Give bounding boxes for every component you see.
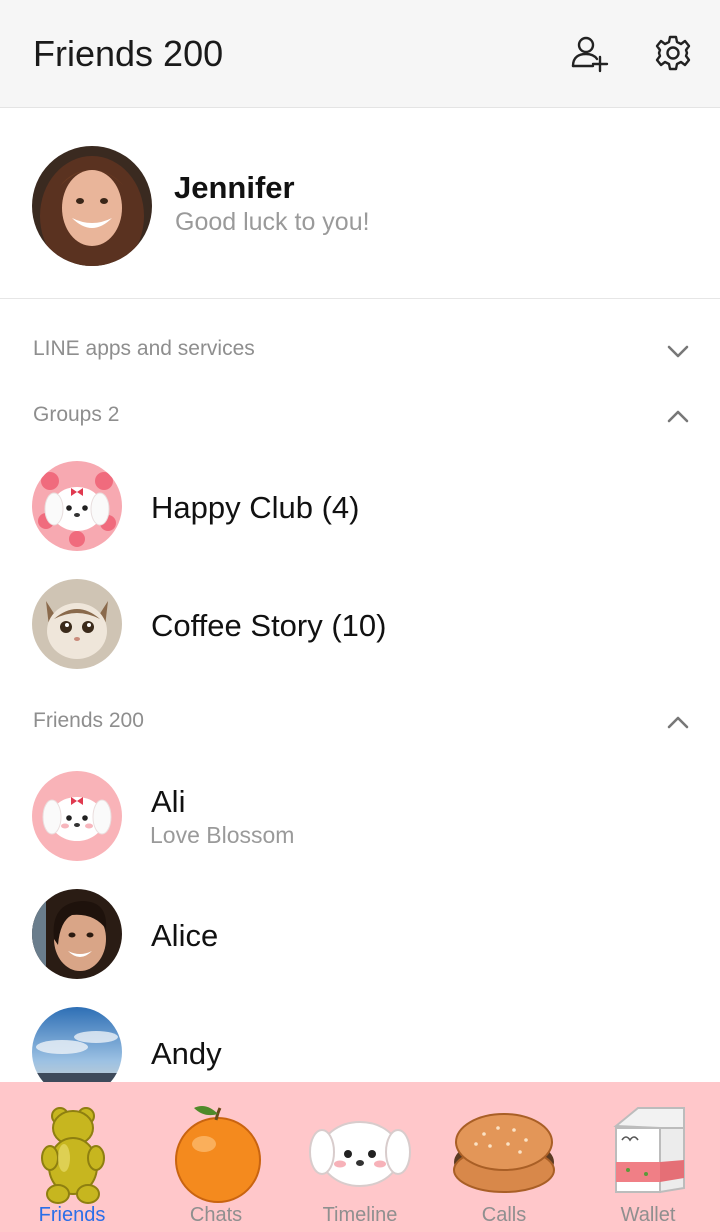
section-line-apps[interactable]: LINE apps and services (0, 321, 720, 381)
avatar (32, 579, 122, 669)
list-item[interactable]: Coffee Story (10) (0, 579, 720, 689)
avatar[interactable] (32, 146, 152, 266)
section-groups[interactable]: Groups 2 (0, 387, 720, 447)
milk-carton-icon (613, 1107, 685, 1194)
group-name: Coffee Story (10) (151, 608, 387, 643)
tab-calls[interactable]: Calls (432, 1082, 576, 1232)
puppy-icon (309, 1121, 411, 1187)
bottom-tab-bar: Friends Chats Timeline Calls Wallet (0, 1082, 720, 1232)
chevron-up-icon (667, 410, 689, 423)
section-label: LINE apps and services (33, 337, 255, 360)
avatar (32, 461, 122, 551)
avatar (32, 889, 122, 979)
gear-icon (655, 35, 691, 71)
profile-name: Jennifer (174, 170, 295, 205)
chevron-up-icon (667, 716, 689, 729)
section-label: Friends 200 (33, 709, 144, 732)
page-title: Friends 200 (33, 33, 224, 74)
add-friend-button[interactable] (566, 30, 612, 76)
avatar (32, 771, 122, 861)
list-item[interactable]: Ali Love Blossom (0, 771, 720, 881)
orange-icon (175, 1106, 261, 1203)
cookie-sandwich-icon (453, 1113, 555, 1193)
list-item[interactable]: Happy Club (4) (0, 461, 720, 571)
tab-label: Timeline (322, 1204, 398, 1226)
tab-label: Calls (481, 1204, 527, 1226)
section-label: Groups 2 (33, 403, 120, 426)
profile-status-message: Good luck to you! (175, 208, 370, 236)
tab-wallet[interactable]: Wallet (576, 1082, 720, 1232)
add-friend-icon (571, 36, 609, 73)
friend-status-message: Love Blossom (150, 822, 295, 848)
group-name: Happy Club (4) (151, 490, 360, 525)
tab-label: Wallet (620, 1204, 676, 1226)
section-friends[interactable]: Friends 200 (0, 693, 720, 753)
my-profile[interactable]: Jennifer Good luck to you! (0, 108, 720, 299)
tab-label: Chats (189, 1204, 243, 1226)
app-header: Friends 200 (0, 0, 720, 108)
friend-name: Alice (151, 918, 219, 953)
chevron-down-icon (667, 345, 689, 358)
friend-name: Andy (151, 1036, 222, 1071)
tab-chats[interactable]: Chats (144, 1082, 288, 1232)
gummy-bear-icon (41, 1107, 105, 1204)
tab-label: Friends (38, 1204, 106, 1226)
list-item[interactable]: Alice (0, 889, 720, 999)
tab-friends[interactable]: Friends (0, 1082, 144, 1232)
settings-button[interactable] (650, 30, 696, 76)
friend-name: Ali (151, 784, 186, 819)
tab-timeline[interactable]: Timeline (288, 1082, 432, 1232)
